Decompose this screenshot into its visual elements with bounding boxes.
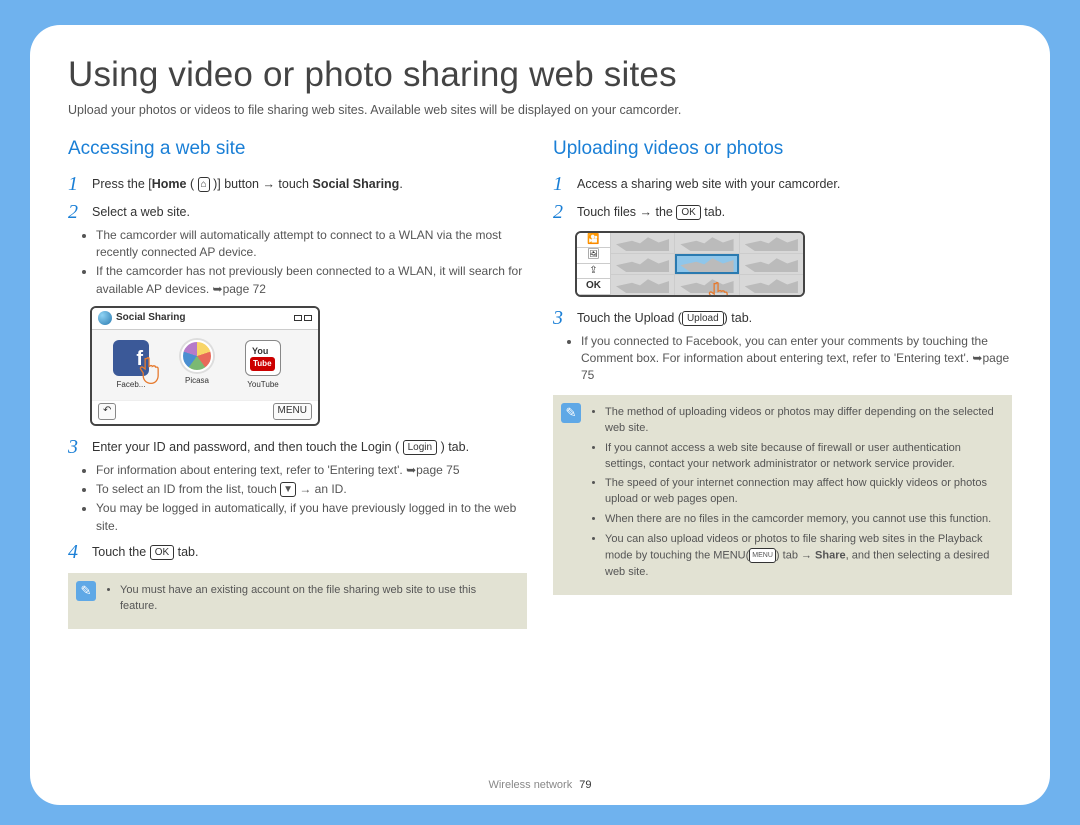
step-text: Access a sharing web site with your camc… <box>577 173 1012 195</box>
step-text: Press the [Home ( ⌂ )] button → touch So… <box>92 173 527 195</box>
right-note-list: The method of uploading videos or photos… <box>605 405 1000 581</box>
right-column: Uploading videos or photos 1 Access a sh… <box>553 135 1012 629</box>
heading-accessing: Accessing a web site <box>68 135 527 163</box>
right-step-3: 3 Touch the Upload (Upload) tab. <box>553 307 1012 329</box>
login-tab-icon: Login <box>403 440 437 455</box>
social-sharing-screenshot: Social Sharing Faceb... Picasa YouTube <box>90 306 320 426</box>
right-step-2: 2 Touch files → the OK tab. <box>553 201 1012 223</box>
left-step-3-bullets: For information about entering text, ref… <box>96 462 527 536</box>
left-step-1: 1 Press the [Home ( ⌂ )] button → touch … <box>68 173 527 195</box>
note-icon: ✎ <box>561 403 581 423</box>
page-footer: Wireless network 79 <box>30 779 1050 791</box>
ss-apps: Faceb... Picasa YouTube <box>92 330 318 401</box>
step-number: 3 <box>68 436 84 458</box>
ss-bottom-bar: ↶ MENU <box>92 400 318 424</box>
upload-tab-icon: Upload <box>682 311 724 326</box>
note-icon: ✎ <box>76 581 96 601</box>
side-tab-photo-icon: 🖼 <box>577 248 610 264</box>
grid-thumbnails <box>611 233 803 295</box>
step-text: Touch the OK tab. <box>92 541 527 563</box>
page-number: 79 <box>579 779 591 791</box>
step-number: 2 <box>553 201 569 223</box>
grid-side-tabs: 🎦 🖼 ⇪ OK <box>577 233 611 295</box>
thumbnail <box>740 275 803 295</box>
left-column: Accessing a web site 1 Press the [Home (… <box>68 135 527 629</box>
left-step-2-bullets: The camcorder will automatically attempt… <box>96 227 527 299</box>
right-step-3-bullets: If you connected to Facebook, you can en… <box>581 333 1012 385</box>
thumbnail <box>675 275 738 295</box>
right-note: ✎ The method of uploading videos or phot… <box>553 395 1012 595</box>
thumbnail-selected <box>675 254 738 274</box>
globe-icon <box>98 311 112 325</box>
manual-page: Using video or photo sharing web sites U… <box>30 25 1050 805</box>
page-title: Using video or photo sharing web sites <box>68 55 1012 95</box>
side-tab-video-icon: 🎦 <box>577 233 610 249</box>
thumbnail-grid-screenshot: 🎦 🖼 ⇪ OK <box>575 231 805 297</box>
left-note: ✎ You must have an existing account on t… <box>68 573 527 629</box>
footer-section: Wireless network <box>488 779 572 791</box>
page-intro: Upload your photos or videos to file sha… <box>68 103 1012 117</box>
menu-button: MENU <box>273 403 312 420</box>
columns: Accessing a web site 1 Press the [Home (… <box>68 135 1012 629</box>
step-number: 1 <box>553 173 569 195</box>
battery-icon <box>294 315 312 321</box>
heading-uploading: Uploading videos or photos <box>553 135 1012 163</box>
note-text: You must have an existing account on the… <box>120 583 515 615</box>
side-tab-ok: OK <box>577 279 610 295</box>
menu-tab-icon: MENU <box>749 548 776 563</box>
thumbnail <box>611 275 674 295</box>
step-number: 2 <box>68 201 84 223</box>
app-youtube: YouTube <box>238 340 288 391</box>
left-step-3: 3 Enter your ID and password, and then t… <box>68 436 527 458</box>
ss-title: Social Sharing <box>116 311 185 326</box>
thumbnail <box>740 254 803 274</box>
step-text: Select a web site. <box>92 201 527 223</box>
thumbnail <box>611 233 674 253</box>
dropdown-icon: ▼ <box>280 482 296 497</box>
left-step-2: 2 Select a web site. <box>68 201 527 223</box>
step-number: 4 <box>68 541 84 563</box>
left-step-4: 4 Touch the OK tab. <box>68 541 527 563</box>
picasa-icon <box>181 340 213 372</box>
ok-tab-icon: OK <box>150 545 174 560</box>
facebook-icon <box>113 340 149 376</box>
home-icon: ⌂ <box>198 177 210 192</box>
step-number: 1 <box>68 173 84 195</box>
step-text: Enter your ID and password, and then tou… <box>92 436 527 458</box>
step-number: 3 <box>553 307 569 329</box>
thumbnail <box>611 254 674 274</box>
step-text: Touch files → the OK tab. <box>577 201 1012 223</box>
back-button: ↶ <box>98 403 116 420</box>
side-tab-share-icon: ⇪ <box>577 264 610 280</box>
thumbnail <box>740 233 803 253</box>
ok-tab-icon: OK <box>676 205 700 220</box>
step-text: Touch the Upload (Upload) tab. <box>577 307 1012 329</box>
right-step-1: 1 Access a sharing web site with your ca… <box>553 173 1012 195</box>
youtube-icon <box>245 340 281 376</box>
app-picasa: Picasa <box>172 340 222 391</box>
ss-titlebar: Social Sharing <box>92 308 318 330</box>
thumbnail <box>675 233 738 253</box>
app-facebook: Faceb... <box>106 340 156 391</box>
